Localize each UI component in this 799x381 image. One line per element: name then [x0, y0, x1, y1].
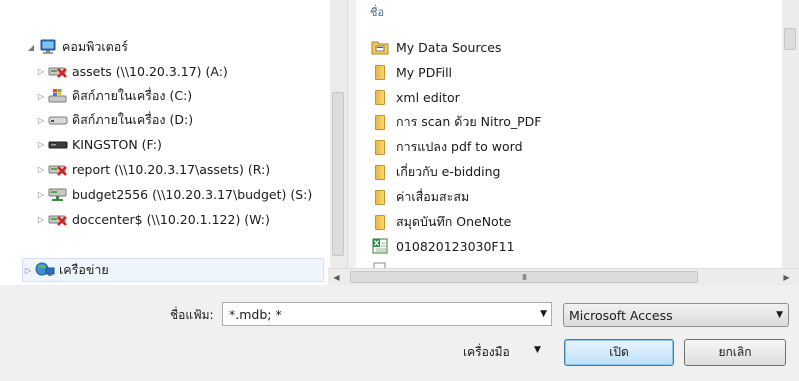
expand-arrow-icon[interactable]: ▷: [36, 139, 46, 149]
tree-item-label: KINGSTON (F:): [72, 136, 162, 152]
expand-arrow-icon[interactable]: ▷: [23, 265, 33, 275]
tree-item-label: budget2556 (\\10.20.3.17\budget) (S:): [72, 186, 313, 202]
computer-icon: [38, 39, 58, 55]
tree-item-drive-f[interactable]: ▷ KINGSTON (F:): [36, 132, 162, 156]
expand-arrow-icon[interactable]: ▷: [36, 66, 46, 76]
expand-arrow-icon[interactable]: ▷: [36, 164, 46, 174]
tree-item-computer[interactable]: ◢ คอมพิวเตอร์: [26, 35, 128, 59]
tree-item-drive-r[interactable]: ▷ report (\\10.20.3.17\assets) (R:): [36, 157, 270, 181]
tree-item-label: report (\\10.20.3.17\assets) (R:): [72, 161, 271, 177]
disconnected-network-drive-icon: [48, 211, 68, 227]
filename-value: *.mdb; *: [229, 306, 282, 322]
folder-icon: [370, 214, 390, 230]
network-drive-icon: [48, 186, 68, 202]
file-list-scrollbar[interactable]: [782, 0, 799, 268]
expand-arrow-icon[interactable]: ▷: [36, 115, 46, 125]
tree-item-label: เครือข่าย: [59, 262, 109, 277]
disconnected-network-drive-icon: [48, 161, 68, 177]
list-item[interactable]: My Data Sources: [370, 35, 501, 59]
file-name: My Data Sources: [396, 39, 502, 55]
file-open-dialog: ◢ คอมพิวเตอร์ ▷ assets (\\10.20.3.17) (A…: [0, 0, 799, 381]
folder-icon: [370, 64, 390, 80]
folder-icon: [370, 89, 390, 105]
tree-item-label: doccenter$ (\\10.20.1.122) (W:): [72, 211, 270, 227]
horizontal-scrollbar-thumb[interactable]: III: [350, 271, 698, 283]
filename-input[interactable]: *.mdb; * ▼: [222, 302, 552, 326]
tree-item-drive-w[interactable]: ▷ doccenter$ (\\10.20.1.122) (W:): [36, 207, 270, 231]
list-item[interactable]: xml editor: [370, 85, 460, 109]
open-button[interactable]: เปิด: [564, 339, 674, 366]
file-name: สมุดบันทึก OneNote: [396, 214, 512, 229]
hard-drive-icon: [48, 112, 68, 128]
tools-menu-button[interactable]: เครื่องมือ: [463, 343, 510, 362]
data-sources-folder-icon: [370, 39, 390, 55]
excel-file-icon: [370, 238, 390, 254]
dropdown-arrow-icon[interactable]: ▼: [776, 310, 783, 320]
file-name: xml editor: [396, 89, 460, 105]
windows-drive-icon: [48, 88, 68, 104]
folder-icon: [370, 114, 390, 130]
network-icon: [35, 262, 55, 278]
folder-icon: [370, 139, 390, 155]
file-name: การแปลง pdf to word: [396, 139, 523, 154]
file-name: 010820123030F11: [396, 238, 515, 254]
tree-item-label: ดิสก์ภายในเครื่อง (D:): [72, 112, 194, 127]
file-type-select[interactable]: Microsoft Access ▼: [563, 303, 789, 327]
expand-arrow-icon[interactable]: ▷: [36, 91, 46, 101]
filename-label: ชื่อแฟ้ม:: [170, 308, 214, 322]
name-column-header[interactable]: ชื่อ: [370, 3, 384, 21]
file-name: My PDFill: [396, 64, 453, 80]
tree-item-drive-a[interactable]: ▷ assets (\\10.20.3.17) (A:): [36, 59, 228, 83]
tree-item-network[interactable]: ▷ เครือข่าย: [22, 258, 324, 282]
tree-item-drive-d[interactable]: ▷ ดิสก์ภายในเครื่อง (D:): [36, 108, 193, 132]
file-list-scrollbar-thumb[interactable]: [784, 28, 796, 50]
tree-item-drive-s[interactable]: ▷ budget2556 (\\10.20.3.17\budget) (S:): [36, 182, 312, 206]
cancel-button[interactable]: ยกเลิก: [684, 339, 786, 366]
dropdown-arrow-icon[interactable]: ▼: [540, 309, 547, 319]
folder-icon: [370, 164, 390, 180]
tree-item-label: ดิสก์ภายในเครื่อง (C:): [72, 88, 193, 103]
list-item[interactable]: สมุดบันทึก OneNote: [370, 210, 511, 234]
tree-item-label: คอมพิวเตอร์: [62, 39, 128, 54]
navigation-tree[interactable]: ◢ คอมพิวเตอร์ ▷ assets (\\10.20.3.17) (A…: [0, 0, 348, 285]
file-list-horizontal-scrollbar[interactable]: ◀ III ▶: [328, 268, 799, 285]
tree-item-label: assets (\\10.20.3.17) (A:): [72, 63, 228, 79]
file-name: เกี่ยวกับ e-bidding: [396, 164, 501, 179]
expand-arrow-icon[interactable]: ▷: [36, 214, 46, 224]
folder-icon: [370, 189, 390, 205]
file-name: ค่าเสื่อมสะสม: [396, 189, 470, 204]
list-item[interactable]: การ scan ด้วย Nitro_PDF: [370, 110, 542, 134]
file-name: การ scan ด้วย Nitro_PDF: [396, 114, 542, 129]
dropdown-arrow-icon[interactable]: ▼: [534, 345, 541, 355]
scroll-right-arrow-icon[interactable]: ▶: [778, 269, 795, 285]
list-item[interactable]: เกี่ยวกับ e-bidding: [370, 160, 500, 184]
list-item[interactable]: 010820123030F11: [370, 234, 515, 258]
tree-item-drive-c[interactable]: ▷ ดิสก์ภายในเครื่อง (C:): [36, 84, 192, 108]
disconnected-network-drive-icon: [48, 63, 68, 79]
file-list[interactable]: ชื่อ My Data Sources My PDFill xml edito…: [356, 0, 799, 285]
tree-scrollbar-thumb[interactable]: [332, 92, 344, 256]
removable-drive-icon: [48, 136, 68, 152]
list-item[interactable]: การแปลง pdf to word: [370, 135, 523, 159]
scroll-left-arrow-icon[interactable]: ◀: [328, 269, 345, 285]
file-type-value: Microsoft Access: [569, 307, 673, 323]
expand-arrow-icon[interactable]: ▷: [36, 189, 46, 199]
list-item[interactable]: My PDFill: [370, 60, 452, 84]
tree-scrollbar[interactable]: ▼: [330, 0, 347, 285]
list-item[interactable]: ค่าเสื่อมสะสม: [370, 185, 469, 209]
collapse-arrow-icon[interactable]: ◢: [26, 42, 36, 52]
